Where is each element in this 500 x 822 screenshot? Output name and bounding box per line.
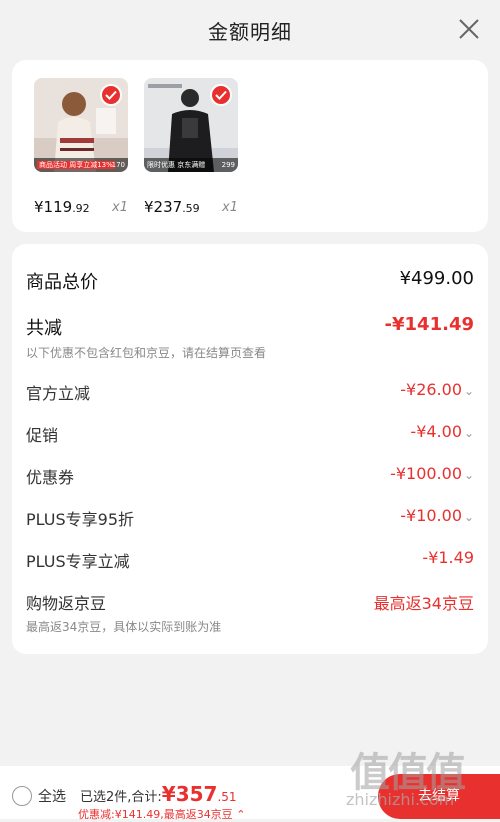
price-decimal: .59 [182, 202, 200, 215]
selected-check-icon[interactable] [100, 84, 122, 106]
product-price-2: ¥237.59 [144, 198, 200, 216]
beans-note: 最高返34京豆，具体以实际到账为准 [26, 620, 222, 634]
chevron-down-icon[interactable]: ⌄ [464, 468, 474, 482]
discount-item-label: PLUS专享立减 [26, 552, 130, 571]
promo-label: 限时优惠 京东满赠 [147, 161, 206, 169]
page-title: 金额明细 [208, 20, 292, 44]
discount-item-label: 促销 [26, 426, 59, 445]
watermark-url: zhizhizhi.com [346, 790, 455, 809]
close-icon[interactable] [456, 16, 482, 42]
discount-item-amount: -¥4.00 [410, 422, 462, 441]
discount-item-row[interactable]: 优惠券 -¥100.00 ⌄ [26, 464, 474, 490]
savings-info[interactable]: 优惠减:¥141.49,最高返34京豆 ⌃ [78, 806, 245, 822]
discount-item-label: PLUS专享95折 [26, 510, 134, 529]
product-qty-2: x1 [222, 200, 238, 215]
count-tag: 170 [111, 161, 125, 169]
discount-item-amount: -¥26.00 [400, 380, 462, 399]
beans-label: 购物返京豆 [26, 594, 107, 613]
watermark: 值值值 zhizhizhi.com [340, 740, 500, 820]
summary-prefix: 已选2件,合计: [80, 790, 162, 805]
discount-item-row[interactable]: 促销 -¥4.00 ⌄ [26, 422, 474, 448]
discount-row: 共减 -¥141.49 [26, 314, 474, 340]
chevron-up-icon[interactable]: ⌃ [236, 808, 245, 821]
discount-item-label: 官方立减 [26, 384, 91, 403]
price-int: ¥237 [144, 198, 183, 216]
select-all-label[interactable]: 全选 [38, 786, 66, 806]
discount-item-value: -¥1.49 [422, 548, 474, 567]
discount-item-amount: -¥10.00 [400, 506, 462, 525]
products-card: 商品活动 周享立减13% 170 ¥119.92 x1 限时优惠 京东满赠 29… [12, 60, 488, 232]
product-item-1[interactable]: 商品活动 周享立减13% 170 [34, 78, 130, 172]
total-row: 商品总价 ¥499.00 [26, 268, 474, 294]
discount-item-value: -¥100.00 ⌄ [390, 464, 474, 483]
discount-note: 以下优惠不包含红包和京豆，请在结算页查看 [26, 346, 267, 360]
discount-item-row: PLUS专享立减 -¥1.49 [26, 548, 474, 574]
discount-item-value: -¥10.00 ⌄ [400, 506, 474, 525]
order-summary: 已选2件,合计:¥357.51 [80, 782, 237, 806]
total-value: ¥499.00 [399, 268, 474, 289]
price-detail-card: 商品总价 ¥499.00 共减 -¥141.49 以下优惠不包含红包和京豆，请在… [12, 244, 488, 654]
beans-row: 购物返京豆 最高返34京豆 [26, 590, 474, 616]
product-price-1: ¥119.92 [34, 198, 90, 216]
product-image-2[interactable]: 限时优惠 京东满赠 299 [144, 78, 238, 172]
price-int: ¥119 [34, 198, 73, 216]
product-item-2[interactable]: 限时优惠 京东满赠 299 [144, 78, 240, 172]
summary-total: ¥357 [161, 782, 218, 806]
discount-item-value: -¥26.00 ⌄ [400, 380, 474, 399]
product-qty-1: x1 [112, 200, 128, 215]
price-decimal: .92 [72, 202, 90, 215]
chevron-down-icon[interactable]: ⌄ [464, 384, 474, 398]
product-image-1[interactable]: 商品活动 周享立减13% 170 [34, 78, 128, 172]
savings-text: 优惠减:¥141.49,最高返34京豆 [78, 808, 233, 821]
count-tag: 299 [221, 161, 235, 169]
chevron-down-icon[interactable]: ⌄ [464, 510, 474, 524]
discount-item-label: 优惠券 [26, 468, 75, 487]
discount-label: 共减 [26, 318, 62, 339]
discount-item-amount: -¥100.00 [390, 464, 462, 483]
discount-value: -¥141.49 [384, 314, 474, 335]
discount-item-value: -¥4.00 ⌄ [410, 422, 474, 441]
selected-check-icon[interactable] [210, 84, 232, 106]
chevron-down-icon[interactable]: ⌄ [464, 426, 474, 440]
promo-label: 商品活动 周享立减13% [37, 161, 115, 169]
discount-item-row[interactable]: PLUS专享95折 -¥10.00 ⌄ [26, 506, 474, 532]
beans-value: 最高返34京豆 [373, 594, 474, 613]
summary-cents: .51 [217, 790, 237, 804]
total-label: 商品总价 [26, 272, 98, 293]
header: 金额明细 [0, 0, 500, 58]
discount-item-row[interactable]: 官方立减 -¥26.00 ⌄ [26, 380, 474, 406]
select-all-radio[interactable] [12, 786, 32, 806]
